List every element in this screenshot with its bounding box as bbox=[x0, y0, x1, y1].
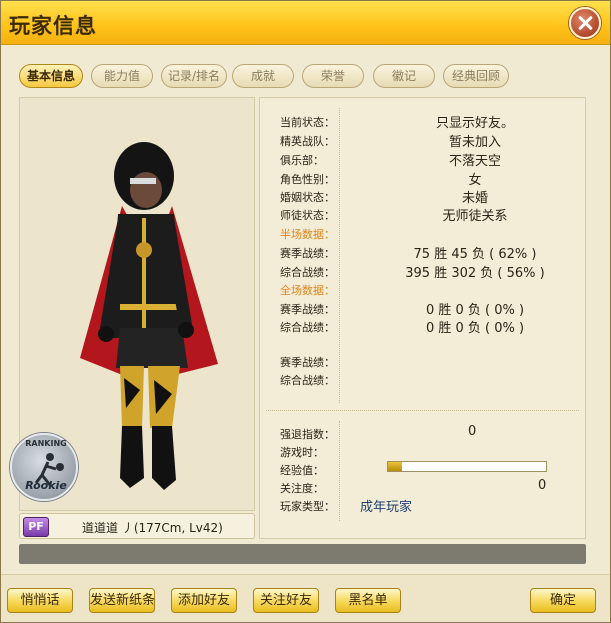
pf-badge: PF bbox=[23, 517, 49, 537]
send-note-button[interactable]: 发送新纸条 bbox=[89, 588, 155, 613]
status-value: 只显示好友。 bbox=[435, 116, 514, 131]
character-panel: RANKING Rookie bbox=[10, 97, 255, 511]
attention-label: 关注度： bbox=[280, 482, 324, 495]
tab-classic-review[interactable]: 经典回顾 bbox=[443, 64, 509, 88]
tab-records-ranking[interactable]: 记录/排名 bbox=[161, 64, 227, 88]
player-type-label: 玩家类型： bbox=[280, 500, 335, 513]
tab-emblems[interactable]: 徽记 bbox=[373, 64, 435, 88]
tab-honors[interactable]: 荣誉 bbox=[302, 64, 364, 88]
quit-index-value: 0 bbox=[468, 424, 477, 439]
status-label: 当前状态： bbox=[280, 116, 335, 129]
tab-achievements[interactable]: 成就 bbox=[232, 64, 294, 88]
basketball-player-icon bbox=[34, 453, 64, 486]
full-season-record-label: 赛季战绩： bbox=[280, 303, 335, 316]
divider bbox=[339, 421, 340, 521]
quit-index-label: 强退指数： bbox=[280, 428, 335, 441]
full-court-section-label: 全场数据： bbox=[280, 284, 335, 297]
team-label: 精英战队： bbox=[280, 135, 335, 148]
player-name: 道道道 丿(177Cm, Lv42) bbox=[82, 521, 223, 535]
divider bbox=[339, 108, 340, 403]
tab-basic-info[interactable]: 基本信息 bbox=[19, 64, 83, 88]
half-season-record-label: 赛季战绩： bbox=[280, 247, 335, 260]
play-time-label: 游戏时： bbox=[280, 446, 324, 459]
half-season-record-value: 75 胜 45 负 ( 62% ) bbox=[413, 247, 537, 262]
gender-value: 女 bbox=[468, 173, 482, 188]
half-total-record-value: 395 胜 302 负 ( 56% ) bbox=[405, 266, 545, 281]
attention-value: 0 bbox=[538, 478, 547, 493]
mentor-value: 无师徒关系 bbox=[442, 209, 508, 224]
title-bar: 玩家信息 bbox=[1, 1, 610, 45]
info-panel: 当前状态： 只显示好友。 精英战队： 暂未加入 俱乐部： 不落天空 角色性别： … bbox=[259, 97, 586, 539]
exp-progress-fill bbox=[388, 462, 403, 471]
tab-abilities[interactable]: 能力值 bbox=[91, 64, 153, 88]
extra-total-record-label: 综合战绩： bbox=[280, 374, 335, 387]
message-bar bbox=[19, 544, 586, 564]
add-friend-button[interactable]: 添加好友 bbox=[171, 588, 237, 613]
character-avatar bbox=[80, 142, 218, 490]
full-total-record-value: 0 胜 0 负 ( 0% ) bbox=[425, 321, 525, 336]
team-value: 暂未加入 bbox=[448, 135, 501, 150]
club-value: 不落天空 bbox=[448, 154, 501, 169]
player-type-value: 成年玩家 bbox=[360, 500, 413, 515]
half-court-section-label: 半场数据： bbox=[280, 228, 335, 241]
full-total-record-label: 综合战绩： bbox=[280, 321, 335, 334]
close-button[interactable] bbox=[569, 7, 601, 39]
full-season-record-value: 0 胜 0 负 ( 0% ) bbox=[425, 303, 525, 318]
blacklist-button[interactable]: 黑名单 bbox=[335, 588, 401, 613]
marriage-value: 未婚 bbox=[461, 191, 488, 206]
ranking-badge-level: Rookie bbox=[25, 479, 67, 492]
player-name-box: PF 道道道 丿(177Cm, Lv42) bbox=[19, 513, 255, 539]
marriage-label: 婚姻状态： bbox=[280, 191, 335, 204]
divider bbox=[266, 410, 579, 411]
player-info-window: 玩家信息 基本信息 能力值 记录/排名 成就 荣誉 徽记 经典回顾 RANKIN… bbox=[0, 0, 611, 623]
half-total-record-label: 综合战绩： bbox=[280, 266, 335, 279]
extra-season-record-label: 赛季战绩： bbox=[280, 356, 335, 369]
exp-label: 经验值： bbox=[280, 464, 324, 477]
gender-label: 角色性别： bbox=[280, 173, 335, 186]
exp-progress-bar bbox=[387, 461, 547, 472]
confirm-button[interactable]: 确定 bbox=[530, 588, 596, 613]
follow-friend-button[interactable]: 关注好友 bbox=[253, 588, 319, 613]
mentor-label: 师徒状态： bbox=[280, 209, 335, 222]
whisper-button[interactable]: 悄悄话 bbox=[7, 588, 73, 613]
window-title: 玩家信息 bbox=[9, 14, 97, 38]
ranking-badge: RANKING Rookie bbox=[10, 433, 78, 501]
club-label: 俱乐部： bbox=[280, 154, 324, 167]
